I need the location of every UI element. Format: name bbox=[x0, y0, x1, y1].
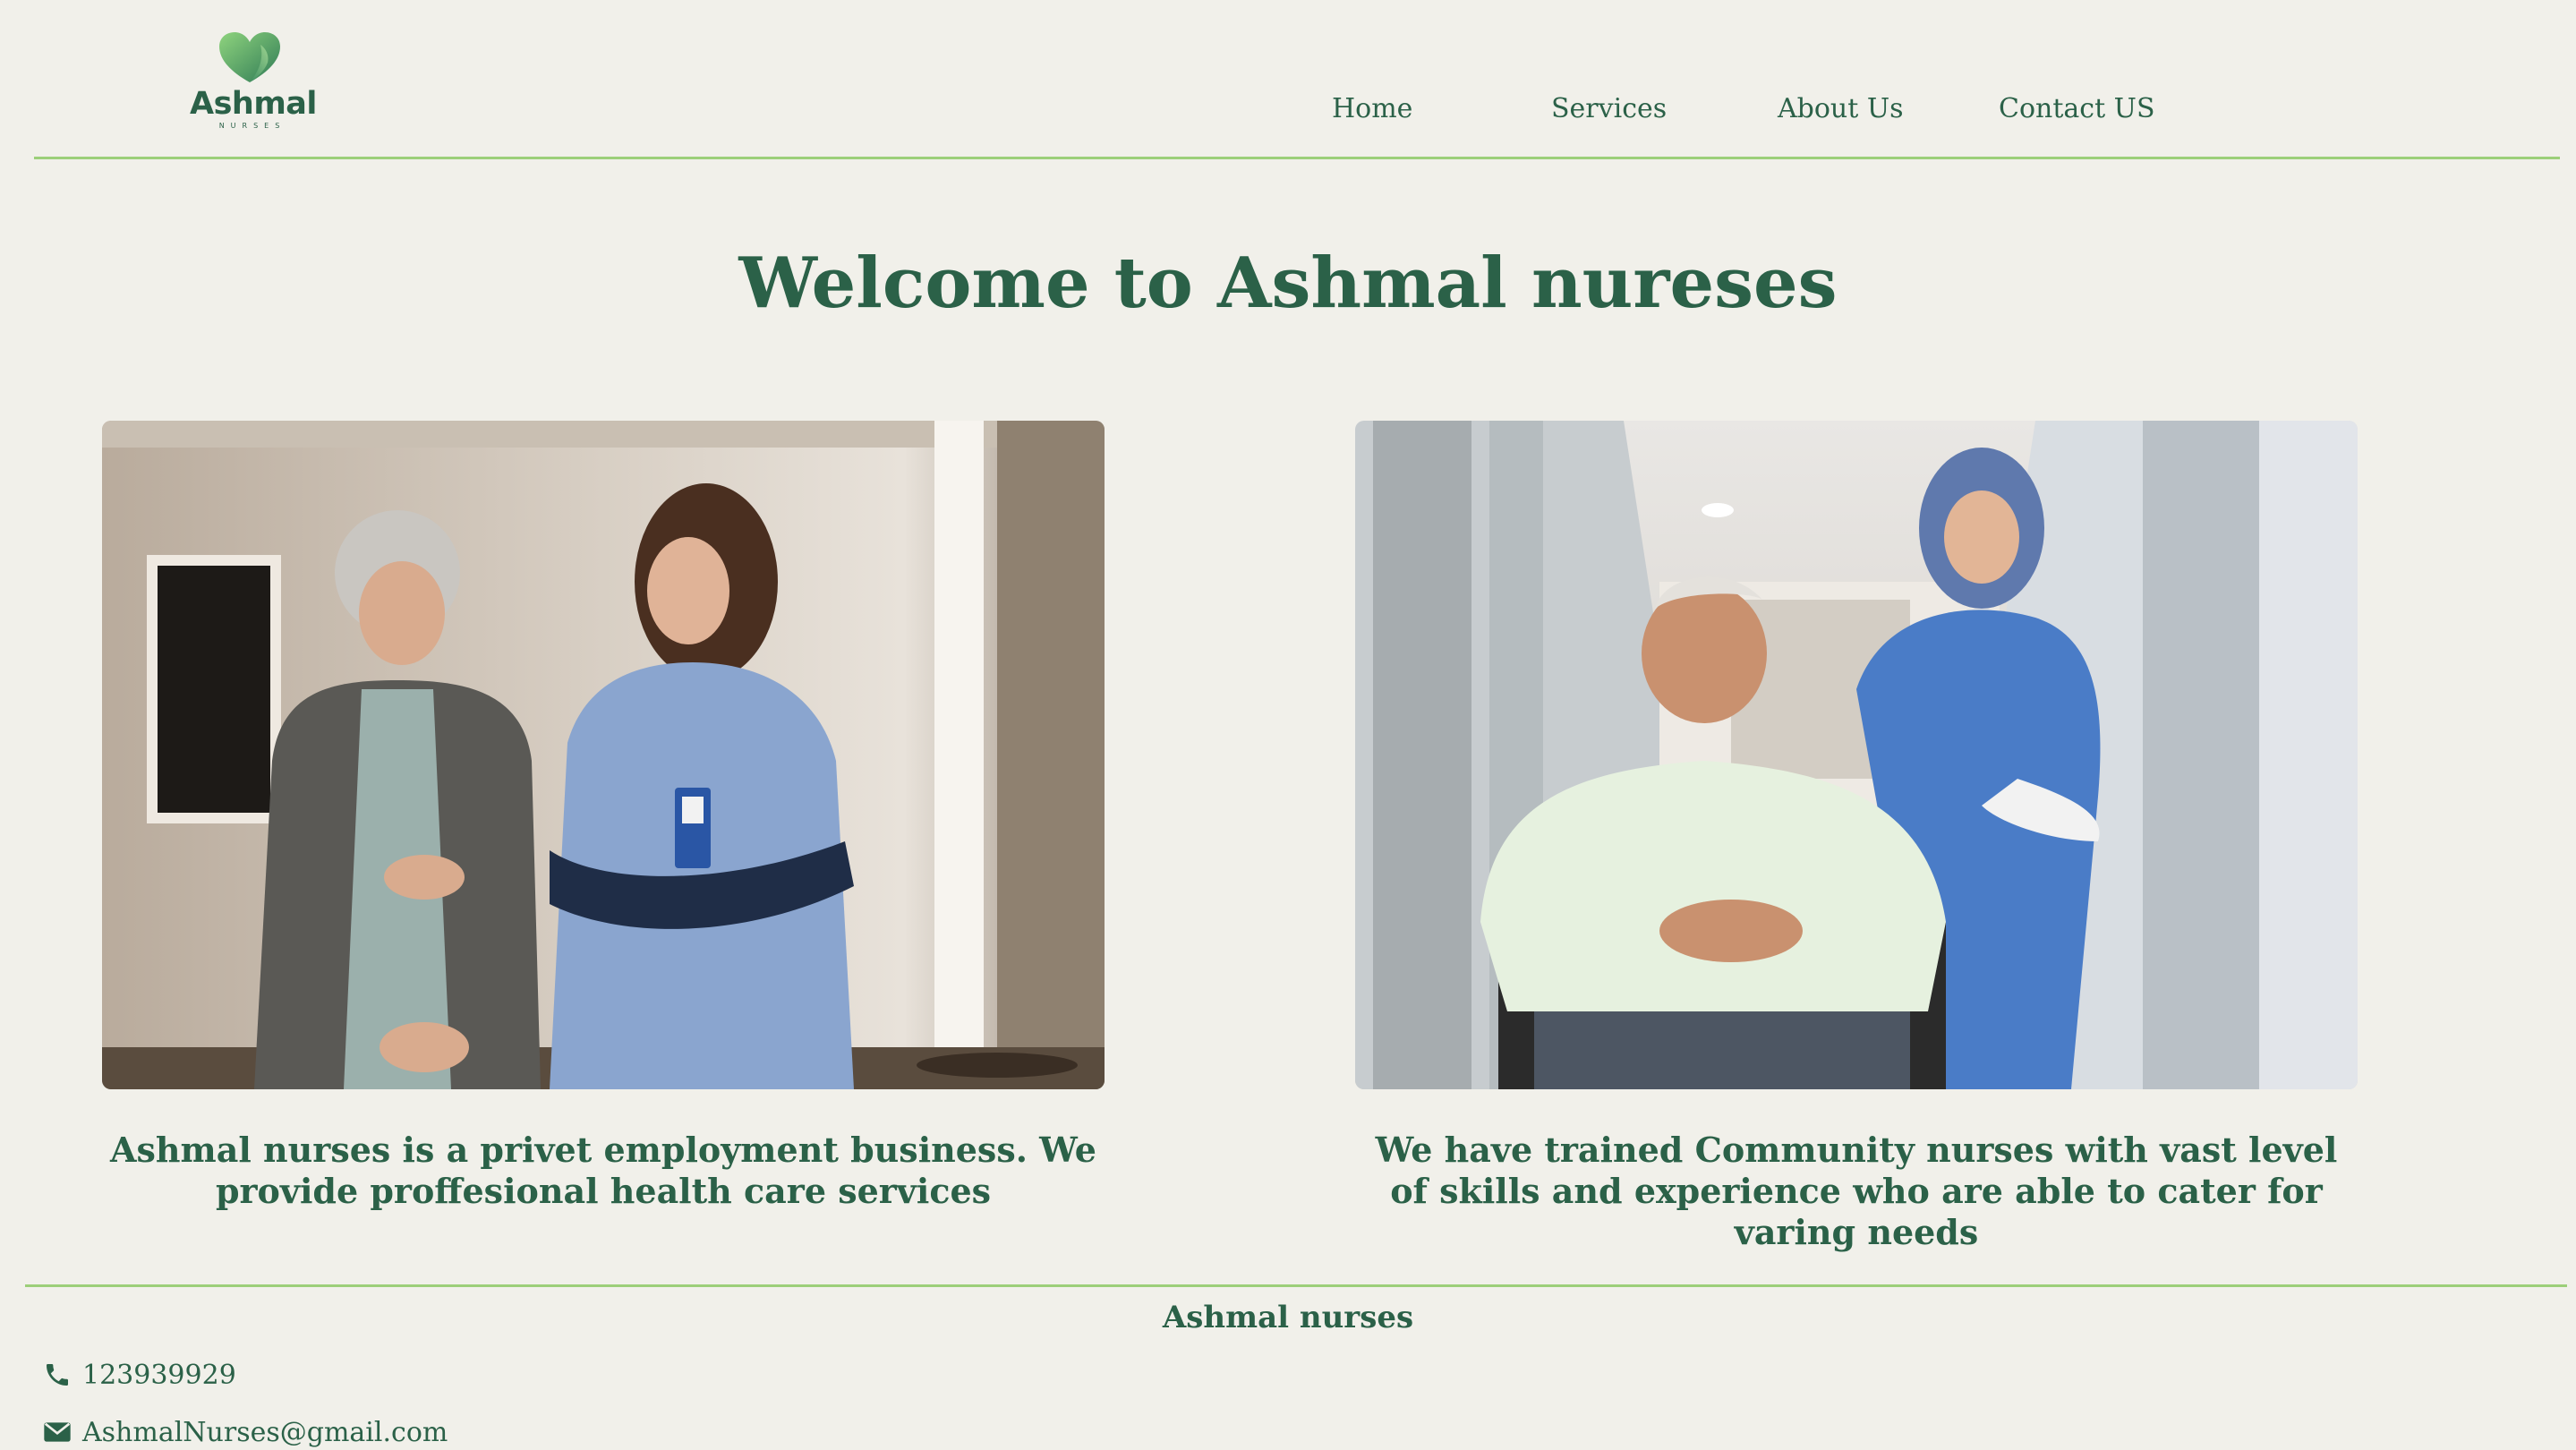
site-header: Ashmal NURSES Home Services About Us Con… bbox=[0, 0, 2576, 159]
nurse-with-man-in-wheelchair-photo bbox=[1355, 421, 2358, 1089]
footer-divider bbox=[25, 1284, 2567, 1287]
card-1-text: Ashmal nurses is a privet employment bus… bbox=[110, 1130, 1096, 1211]
footer-title: Ashmal nurses bbox=[1162, 1300, 1414, 1335]
nav-about-us[interactable]: About Us bbox=[1778, 93, 1904, 124]
heart-logo-icon bbox=[219, 32, 280, 82]
card-2-text: We have trained Community nurses with va… bbox=[1375, 1130, 2338, 1252]
email-address[interactable]: AshmalNurses@gmail.com bbox=[82, 1417, 448, 1448]
nav-home[interactable]: Home bbox=[1332, 93, 1412, 124]
phone-icon bbox=[47, 1364, 68, 1386]
footer-email: AshmalNurses@gmail.com bbox=[43, 1414, 448, 1450]
site-logo[interactable]: Ashmal NURSES bbox=[190, 32, 317, 143]
footer-phone: 123939929 bbox=[43, 1357, 236, 1393]
nav-services[interactable]: Services bbox=[1551, 93, 1667, 124]
header-divider bbox=[34, 157, 2560, 159]
page-title: Welcome to Ashmal nureses bbox=[738, 243, 1838, 324]
envelope-icon bbox=[44, 1422, 71, 1442]
logo-tagline: NURSES bbox=[218, 122, 286, 130]
nurse-with-elderly-woman-photo bbox=[102, 421, 1105, 1089]
logo-wordmark: Ashmal bbox=[190, 86, 317, 122]
phone-number[interactable]: 123939929 bbox=[82, 1360, 236, 1391]
nav-contact-us[interactable]: Contact US bbox=[1999, 93, 2155, 124]
